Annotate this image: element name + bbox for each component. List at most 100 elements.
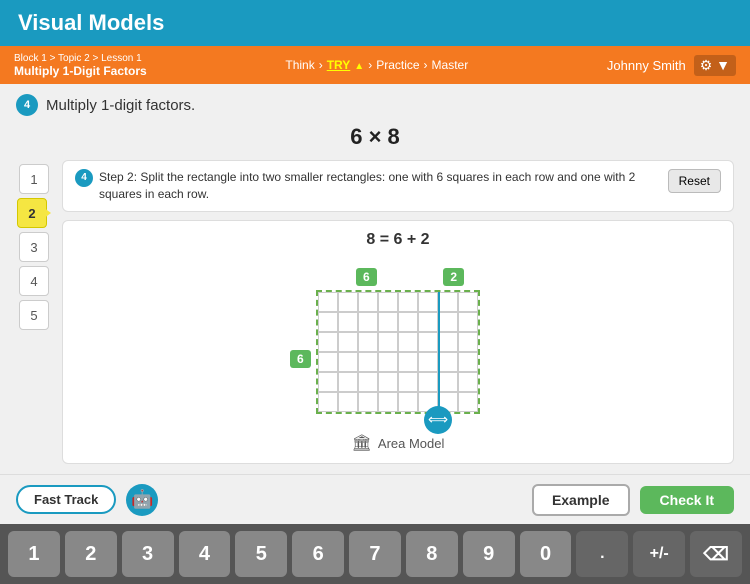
bottom-right: Example Check It: [532, 484, 734, 516]
app-title: Visual Models: [18, 10, 164, 36]
grid-cell: [358, 312, 378, 332]
task-icon: 4: [16, 94, 38, 116]
grid-cell: [318, 392, 338, 412]
arrow-1: ›: [319, 58, 323, 72]
numpad: 1 2 3 4 5 6 7 8 9 0 . +/- ⌫: [0, 524, 750, 584]
step-master[interactable]: Master: [432, 58, 469, 72]
arrow-3: ›: [424, 58, 428, 72]
grid-cell: [438, 352, 458, 372]
main-equation: 6 × 8: [16, 124, 734, 150]
step-sidebar: 1 2 3 4 5: [16, 160, 52, 464]
try-arrow: ▲: [354, 61, 364, 72]
grid-cell: [418, 372, 438, 392]
grid-cell: [338, 392, 358, 412]
mascot-icon: 🤖: [126, 484, 158, 516]
grid-cell: [418, 292, 438, 312]
task-text: Multiply 1-digit factors.: [46, 97, 195, 114]
grid-row: [318, 312, 478, 332]
arrow-2: ›: [368, 58, 372, 72]
step-num-icon: 4: [75, 169, 93, 187]
grid-cell: [378, 332, 398, 352]
grid-cell: [338, 292, 358, 312]
step-practice[interactable]: Practice: [376, 58, 419, 72]
grid-cell: [418, 332, 438, 352]
grid-cell: [378, 352, 398, 372]
breadcrumb: Block 1 > Topic 2 > Lesson 1: [14, 53, 147, 64]
grid-cell: [358, 392, 378, 412]
key-9[interactable]: 9: [463, 531, 515, 577]
key-6[interactable]: 6: [292, 531, 344, 577]
key-8[interactable]: 8: [406, 531, 458, 577]
grid-cell: [438, 372, 458, 392]
grid-cell: [438, 332, 458, 352]
area-model-icon: 🏛: [352, 433, 372, 453]
step-think[interactable]: Think: [285, 58, 314, 72]
instruction-card: 4 Step 2: Split the rectangle into two s…: [62, 160, 734, 212]
grid-cell: [418, 352, 438, 372]
check-it-button[interactable]: Check It: [640, 486, 734, 514]
key-1[interactable]: 1: [8, 531, 60, 577]
key-plus-minus[interactable]: +/-: [633, 531, 685, 577]
grid-cell: [338, 332, 358, 352]
grid-row: [318, 292, 478, 312]
grid-cell: [358, 352, 378, 372]
grid-cell: [398, 392, 418, 412]
grid-divider: [438, 292, 440, 414]
task-header: 4 Multiply 1-digit factors.: [16, 94, 734, 116]
bottom-bar: Fast Track 🤖 Example Check It: [0, 474, 750, 524]
fast-track-button[interactable]: Fast Track: [16, 485, 116, 514]
key-backspace[interactable]: ⌫: [690, 531, 742, 577]
grid-cell: [318, 332, 338, 352]
badge-top-2: 2: [443, 268, 464, 286]
step-4-button[interactable]: 4: [19, 266, 49, 296]
grid-area: 6 2 6 ⟺: [316, 257, 480, 427]
grid-cell: [318, 372, 338, 392]
key-2[interactable]: 2: [65, 531, 117, 577]
content-row: 1 2 3 4 5 4 Step 2: Split the rectangle …: [16, 160, 734, 464]
example-button[interactable]: Example: [532, 484, 630, 516]
area-model-text: Area Model: [378, 436, 444, 451]
grid-cell: [358, 372, 378, 392]
step-3-button[interactable]: 3: [19, 232, 49, 262]
main-content: 4 Multiply 1-digit factors. 6 × 8 1 2 3 …: [0, 84, 750, 474]
nav-bar: Block 1 > Topic 2 > Lesson 1 Multiply 1-…: [0, 46, 750, 84]
grid-cell: [318, 292, 338, 312]
grid-cell: [318, 352, 338, 372]
main-grid: [316, 290, 480, 414]
grid-row: [318, 352, 478, 372]
grid-rows: [318, 292, 478, 412]
reset-button[interactable]: Reset: [668, 169, 721, 193]
step-try[interactable]: TRY: [327, 58, 351, 72]
key-decimal[interactable]: .: [576, 531, 628, 577]
nav-right: Johnny Smith ⚙ ▼: [607, 55, 736, 76]
step-5-button[interactable]: 5: [19, 300, 49, 330]
grid-cell: [458, 352, 478, 372]
settings-button[interactable]: ⚙ ▼: [694, 55, 736, 76]
badge-top-6: 6: [356, 268, 377, 286]
grid-cell: [418, 312, 438, 332]
key-7[interactable]: 7: [349, 531, 401, 577]
grid-row: [318, 392, 478, 412]
grid-cell: [458, 392, 478, 412]
instruction-area: 4 Step 2: Split the rectangle into two s…: [62, 160, 734, 464]
grid-cell: [398, 352, 418, 372]
bottom-left: Fast Track 🤖: [16, 484, 158, 516]
lesson-name: Multiply 1-Digit Factors: [14, 64, 147, 78]
grid-cell: [398, 292, 418, 312]
grid-cell: [458, 332, 478, 352]
key-0[interactable]: 0: [520, 531, 572, 577]
key-5[interactable]: 5: [235, 531, 287, 577]
grid-cell: [458, 292, 478, 312]
grid-cell: [398, 332, 418, 352]
grid-cell: [398, 372, 418, 392]
grid-cell: [378, 392, 398, 412]
grid-row: [318, 372, 478, 392]
grid-cell: [438, 312, 458, 332]
model-container: 8 = 6 + 2 6 2 6: [62, 220, 734, 464]
grid-cell: [378, 292, 398, 312]
step-1-button[interactable]: 1: [19, 164, 49, 194]
key-3[interactable]: 3: [122, 531, 174, 577]
instruction-text: 4 Step 2: Split the rectangle into two s…: [75, 169, 658, 203]
key-4[interactable]: 4: [179, 531, 231, 577]
grid-cell: [398, 312, 418, 332]
